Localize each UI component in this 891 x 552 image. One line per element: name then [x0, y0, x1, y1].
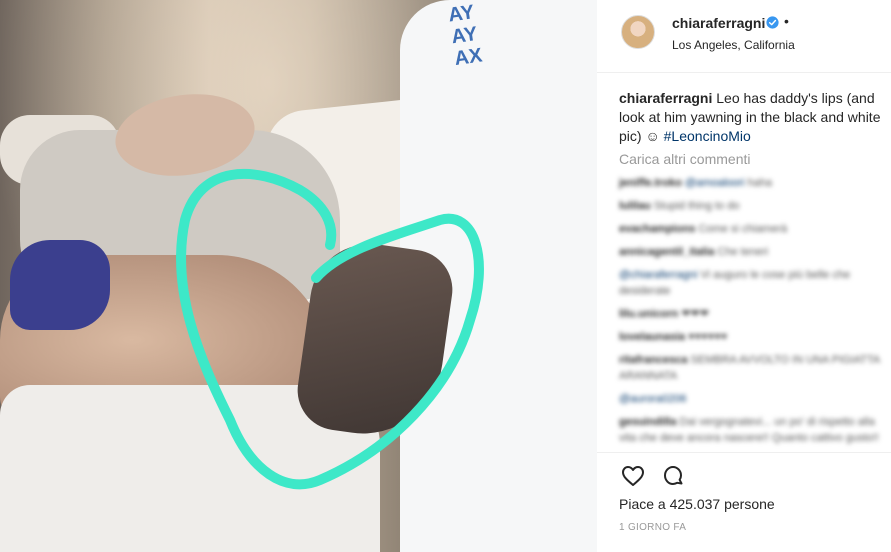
comment-item: lulilau Stupid thing to do	[619, 198, 887, 214]
load-more-comments[interactable]: Carica altri commenti	[619, 151, 750, 167]
comment-username[interactable]: ritafrancesca	[619, 354, 688, 366]
comment-text: ❤❤❤	[678, 308, 709, 320]
header-dot: •	[784, 13, 789, 29]
action-bar	[597, 452, 891, 492]
comment-username[interactable]: lulilau	[619, 200, 651, 212]
post-photo[interactable]: AY AY AX	[0, 0, 597, 552]
comment-username[interactable]: lilu.unicorn	[619, 308, 678, 320]
comment-text: haha	[744, 177, 773, 189]
comment-text: Che teneri	[714, 246, 769, 258]
caption-hashtag[interactable]: #LeoncinoMio	[664, 128, 751, 144]
comment-item: evachampions Come si chiamerà	[619, 221, 887, 237]
comment-username[interactable]: annicagentil_italia	[619, 246, 714, 258]
comment-item: @chiaraferragni Vi auguro le cose più be…	[619, 267, 887, 299]
comment-text: ♥♥♥♥♥♥	[685, 331, 728, 343]
post-header: chiaraferragni • Los Angeles, California	[597, 0, 891, 73]
post-time: 1 GIORNO FA	[619, 522, 687, 533]
comment-item: jeniffe.troko @amoaloori haha	[619, 175, 887, 191]
username-link[interactable]: chiaraferragni	[672, 15, 765, 31]
comment-username[interactable]: jeniffe.troko	[619, 177, 682, 189]
caption-emoji: ☺	[645, 128, 660, 144]
comment-item: lovelaunasia ♥♥♥♥♥♥	[619, 329, 887, 345]
comment-mention[interactable]: @aurora0206	[619, 393, 686, 405]
comment-item: ritafrancesca SEMBRA AVVOLTO IN UNA PIGI…	[619, 352, 887, 384]
comment-username[interactable]: evachampions	[619, 223, 695, 235]
heart-drawing	[176, 168, 484, 490]
comment-icon[interactable]	[661, 464, 685, 488]
comment-text: Come si chiamerà	[695, 223, 788, 235]
comment-item: @aurora0206	[619, 391, 887, 407]
avatar[interactable]	[621, 15, 655, 49]
post-caption: chiaraferragni Leo has daddy's lips (and…	[619, 89, 887, 146]
verified-icon	[766, 16, 779, 29]
location-link[interactable]: Los Angeles, California	[672, 38, 795, 52]
comment-mention[interactable]: @amoaloori	[685, 177, 744, 189]
comment-username[interactable]: gesuindilla	[619, 416, 676, 428]
comment-item: lilu.unicorn ❤❤❤	[619, 306, 887, 322]
comment-username[interactable]: lovelaunasia	[619, 331, 685, 343]
comment-text: Stupid thing to do	[650, 200, 740, 212]
comment-item: annicagentil_italia Che teneri	[619, 244, 887, 260]
heart-icon[interactable]	[621, 464, 645, 488]
comment-mention[interactable]: @chiaraferragni	[619, 269, 697, 281]
comment-item: gesuindilla Dai vergognatevi... un po' d…	[619, 414, 887, 446]
like-count[interactable]: Piace a 425.037 persone	[619, 496, 775, 512]
post-sidebar: chiaraferragni • Los Angeles, California…	[597, 0, 891, 552]
comment-list: jeniffe.troko @amoaloori haha lulilau Stu…	[619, 175, 887, 453]
caption-username[interactable]: chiaraferragni	[619, 90, 712, 106]
